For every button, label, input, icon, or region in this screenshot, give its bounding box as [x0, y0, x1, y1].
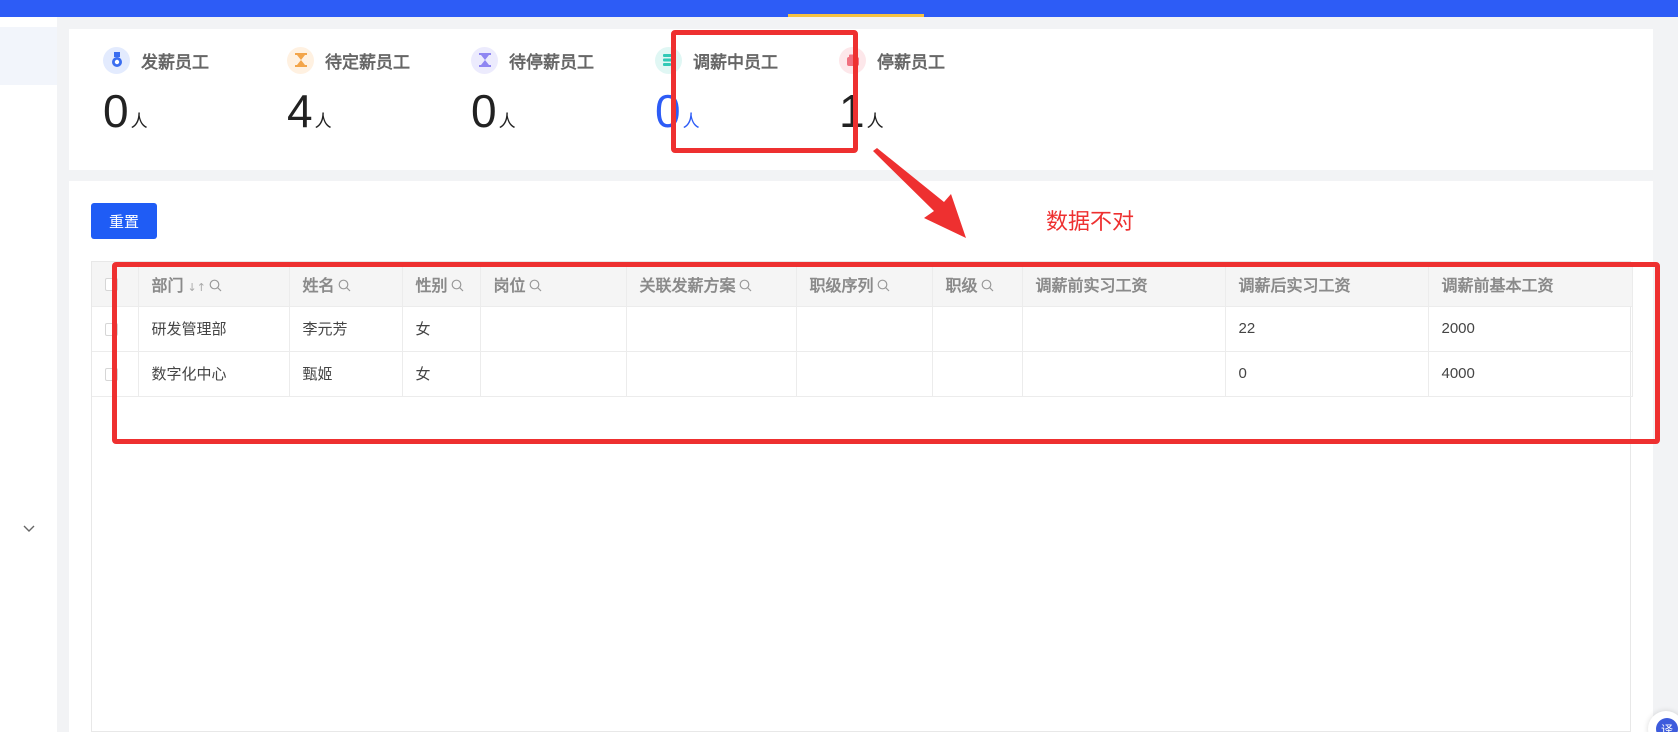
stat-unit: 人 — [866, 112, 884, 132]
sidebar-item-active[interactable] — [0, 27, 57, 85]
stat-header: 待停薪员工 — [471, 46, 594, 74]
chevron-down-icon[interactable] — [20, 519, 38, 537]
annotation-arrow-icon — [873, 148, 966, 238]
stat-number: 0 — [103, 85, 129, 137]
annotation-highlight-stat — [671, 30, 858, 153]
stat-value: 0人 — [103, 84, 148, 138]
stat-header: 发薪员工 — [103, 46, 209, 74]
stat-header: 待定薪员工 — [287, 46, 410, 74]
stat-number: 4 — [287, 85, 313, 137]
stat-label: 停薪员工 — [877, 52, 945, 73]
hourglass-icon — [471, 46, 498, 74]
stat-value: 0人 — [471, 84, 516, 138]
sidebar — [0, 17, 57, 732]
stat-pending-stop-employees[interactable]: 待停薪员工 0人 — [437, 29, 627, 170]
reset-button[interactable]: 重置 — [91, 203, 157, 239]
stat-pending-salary-employees[interactable]: 待定薪员工 4人 — [253, 29, 443, 170]
annotation-highlight-table — [112, 262, 1660, 444]
stat-unit: 人 — [498, 112, 516, 132]
stat-label: 发薪员工 — [141, 52, 209, 73]
stat-unit: 人 — [130, 112, 148, 132]
top-nav-active-indicator — [788, 14, 924, 17]
translate-icon: 译 — [1656, 718, 1678, 732]
stat-number: 0 — [471, 85, 497, 137]
stat-label: 待停薪员工 — [509, 52, 594, 73]
hourglass-icon — [287, 46, 314, 74]
medal-icon — [103, 46, 130, 74]
salary-stats-card: 发薪员工 0人 待定薪员工 4人 待停薪员工 0人 调薪中员工 0 人 停薪员工… — [69, 29, 1653, 170]
stat-unit: 人 — [314, 112, 332, 132]
top-nav-bar — [0, 0, 1678, 17]
stat-paid-employees[interactable]: 发薪员工 0人 — [69, 29, 259, 170]
annotation-text: 数据不对 — [1046, 210, 1135, 235]
stat-value: 4人 — [287, 84, 332, 138]
stat-label: 待定薪员工 — [325, 52, 410, 73]
